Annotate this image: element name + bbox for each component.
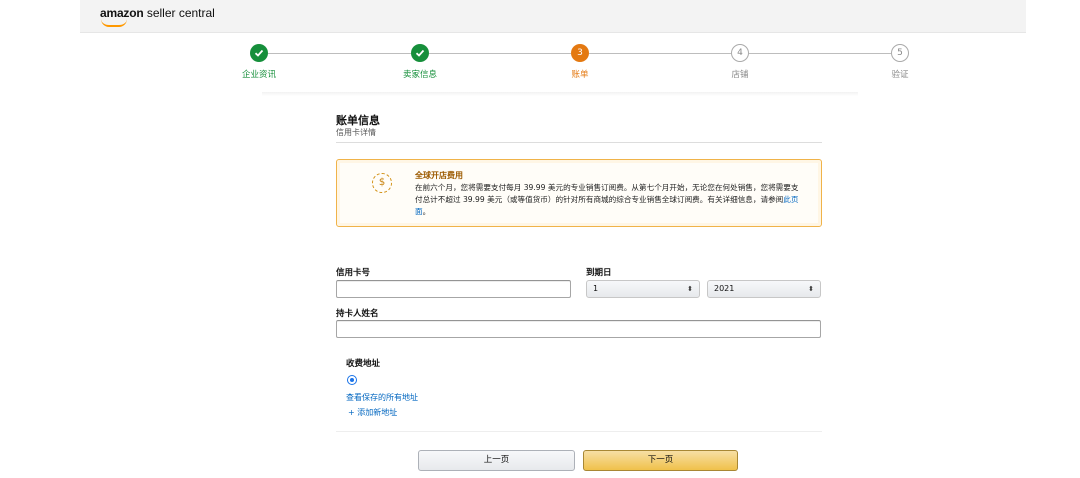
section-divider bbox=[336, 142, 822, 143]
alert-title: 全球开店费用 bbox=[415, 171, 463, 180]
add-new-address-link[interactable]: + 添加新地址 bbox=[348, 407, 397, 418]
billing-address-radio[interactable] bbox=[347, 375, 357, 385]
stepper-connector bbox=[268, 53, 411, 54]
step-2-check-icon bbox=[411, 44, 429, 62]
step-4-label: 店铺 bbox=[731, 70, 749, 80]
expiry-month-value: 1 bbox=[593, 284, 599, 293]
step-3-label: 账单 bbox=[571, 70, 589, 80]
amazon-seller-central-logo[interactable]: amazon seller central bbox=[100, 6, 215, 27]
expiry-date-label: 到期日 bbox=[586, 268, 612, 278]
step-1-label: 企业资讯 bbox=[241, 70, 276, 80]
registration-progress-stepper: 企业资讯 卖家信息 3 账单 4 店铺 5 验证 bbox=[0, 42, 1080, 84]
alert-body: 在前六个月，您将需要支付每月 39.99 美元的专业销售订阅费。从第七个月开始，… bbox=[415, 182, 805, 218]
fee-coin-icon: $ bbox=[372, 173, 392, 193]
expiry-year-select[interactable]: 2021 ⬍ bbox=[707, 280, 821, 298]
global-selling-fee-alert: $ 全球开店费用 在前六个月，您将需要支付每月 39.99 美元的专业销售订阅费… bbox=[336, 159, 822, 227]
stepper-connector bbox=[429, 53, 571, 54]
step-5-marker: 5 bbox=[891, 44, 909, 62]
previous-page-button[interactable]: 上一页 bbox=[418, 450, 575, 471]
step-4-marker: 4 bbox=[731, 44, 749, 62]
stepper-divider bbox=[262, 92, 858, 96]
logo-brand: amazon bbox=[100, 6, 144, 20]
billing-title: 账单信息 bbox=[336, 114, 380, 127]
form-divider bbox=[336, 431, 822, 432]
stepper-connector bbox=[589, 53, 731, 54]
step-1-check-icon bbox=[250, 44, 268, 62]
top-bar: amazon seller central bbox=[80, 0, 1026, 33]
alert-body-text: 在前六个月，您将需要支付每月 39.99 美元的专业销售订阅费。从第七个月开始，… bbox=[415, 183, 799, 204]
alert-body-tail: 。 bbox=[422, 207, 431, 216]
next-page-button[interactable]: 下一页 bbox=[583, 450, 738, 471]
expiry-year-value: 2021 bbox=[714, 284, 735, 293]
stepper-connector bbox=[749, 53, 891, 54]
billing-address-label: 收费地址 bbox=[346, 359, 381, 369]
step-5-label: 验证 bbox=[891, 70, 909, 80]
card-number-label: 信用卡号 bbox=[336, 268, 371, 278]
select-arrows-icon: ⬍ bbox=[808, 285, 814, 293]
view-saved-addresses-link[interactable]: 查看保存的所有地址 bbox=[346, 392, 418, 403]
step-2-label: 卖家信息 bbox=[402, 70, 437, 80]
cardholder-name-label: 持卡人姓名 bbox=[336, 309, 379, 319]
billing-subtitle: 信用卡详情 bbox=[336, 128, 376, 137]
expiry-month-select[interactable]: 1 ⬍ bbox=[586, 280, 700, 298]
cardholder-name-input[interactable] bbox=[336, 320, 821, 338]
card-number-input[interactable] bbox=[336, 280, 571, 298]
step-3-marker: 3 bbox=[571, 44, 589, 62]
amazon-smile-icon bbox=[101, 19, 127, 27]
select-arrows-icon: ⬍ bbox=[687, 285, 693, 293]
logo-product: seller central bbox=[143, 6, 215, 20]
